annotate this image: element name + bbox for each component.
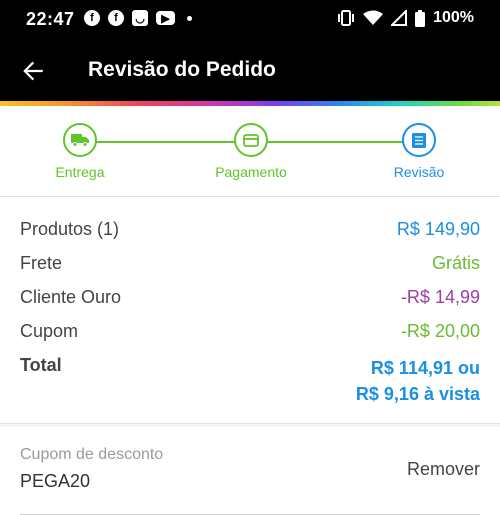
coupon-section: Cupom de desconto PEGA20 Remover: [0, 427, 500, 515]
checkout-stepper: Entrega Pagamento Revisão: [0, 106, 500, 197]
app-bar: Revisão do Pedido: [0, 38, 500, 102]
coupon-field-hint: Cupom de desconto: [20, 446, 164, 463]
facebook-icon: f: [108, 10, 124, 26]
wifi-icon: [363, 10, 384, 25]
step-review[interactable]: Revisão: [359, 123, 479, 180]
step-circle: [402, 123, 436, 157]
status-bar: 22:47 f f ◡ ▶ 100%: [0, 0, 500, 38]
battery-icon: [415, 9, 426, 27]
products-label: Produtos (1): [20, 219, 120, 239]
page-title: Revisão do Pedido: [88, 58, 276, 81]
total-value: R$ 114,91 ou R$ 9,16 à vista: [356, 355, 480, 407]
youtube-icon: ▶: [156, 11, 175, 25]
total-value-cash: R$ 9,16 à vista: [355, 384, 480, 404]
coupon-label: Cupom: [20, 321, 79, 341]
step-label: Entrega: [55, 164, 105, 180]
products-value: R$ 149,90: [396, 219, 480, 239]
gold-client-label: Cliente Ouro: [20, 287, 122, 307]
battery-level: 100%: [433, 9, 474, 26]
total-value-installments: R$ 114,91 ou: [370, 358, 480, 378]
card-icon: [243, 133, 259, 147]
coupon-discount: -R$ 20,00: [400, 321, 480, 341]
step-label: Revisão: [393, 164, 445, 180]
signal-icon: [391, 10, 408, 26]
coupon-code-field[interactable]: PEGA20: [20, 471, 90, 492]
status-time: 22:47: [26, 9, 75, 29]
step-circle: [234, 123, 268, 157]
gold-client-discount: -R$ 14,99: [400, 287, 480, 307]
notification-icons: f f ◡ ▶: [84, 10, 192, 26]
truck-icon: [71, 134, 89, 147]
shop-icon: ◡: [132, 10, 148, 26]
step-payment[interactable]: Pagamento: [191, 123, 311, 180]
total-label: Total: [20, 355, 62, 375]
status-right: 100%: [337, 9, 474, 27]
order-summary: Produtos (1) R$ 149,90 Frete Grátis Clie…: [0, 197, 500, 424]
list-icon: [412, 132, 426, 148]
shipping-label: Frete: [20, 253, 63, 273]
facebook-icon: f: [84, 10, 100, 26]
shipping-value: Grátis: [431, 253, 480, 273]
remove-coupon-button[interactable]: Remover: [407, 459, 480, 480]
step-delivery[interactable]: Entrega: [20, 123, 140, 180]
vibrate-icon: [338, 10, 355, 26]
step-label: Pagamento: [215, 164, 287, 180]
more-notifications-icon: [187, 15, 192, 21]
back-arrow-icon[interactable]: [20, 58, 46, 84]
step-circle: [63, 123, 97, 157]
